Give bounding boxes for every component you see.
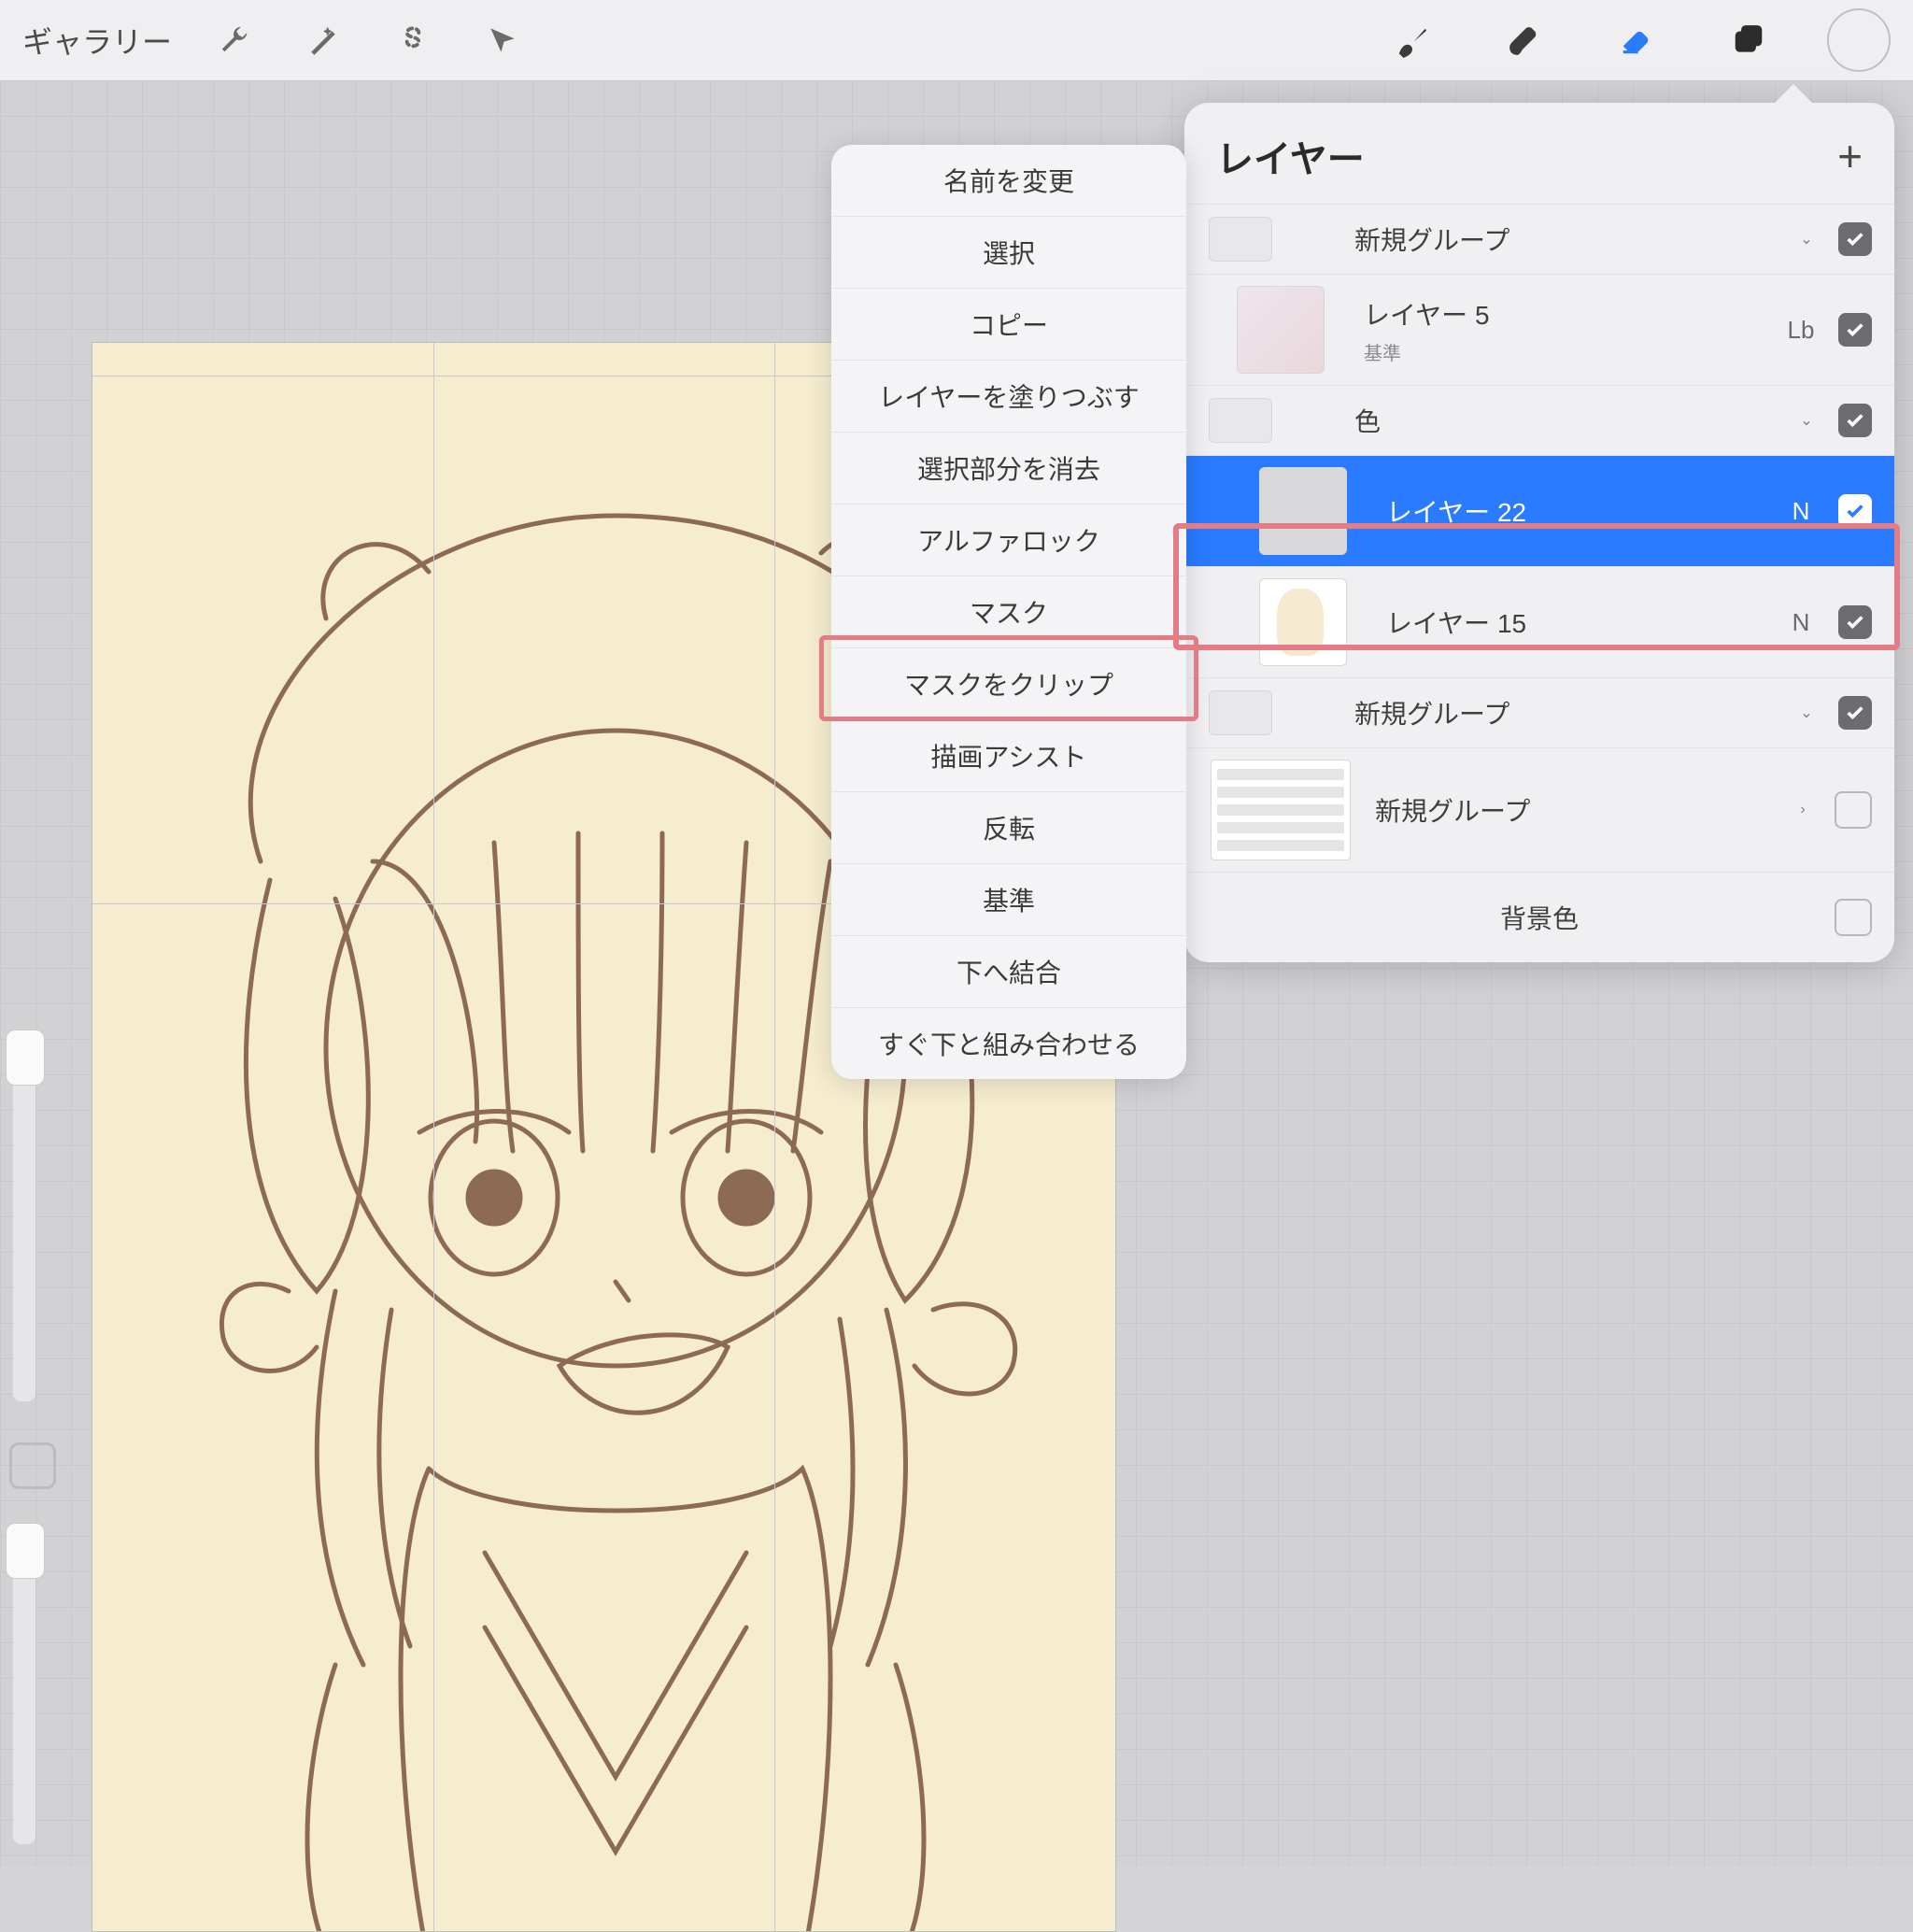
ctx-invert[interactable]: 反転 [831,792,1186,864]
layer-thumb [1259,578,1347,666]
gallery-button[interactable]: ギャラリー [22,19,172,62]
visibility-checkbox[interactable] [1838,696,1872,730]
blend-mode[interactable]: N [1773,608,1829,637]
chevron-down-icon[interactable]: ⌄ [1784,230,1829,249]
layer-subtitle: 基準 [1364,338,1773,365]
slider-knob[interactable] [6,1030,45,1086]
layer-thumb [1209,690,1272,735]
selection-s-icon[interactable] [379,7,446,74]
layer-name: レイヤー 5 [1364,295,1773,333]
layer-name: レイヤー 22 [1386,492,1773,530]
ctx-fill[interactable]: レイヤーを塗りつぶす [831,361,1186,433]
visibility-checkbox[interactable] [1835,899,1872,936]
opacity-slider[interactable] [13,1527,35,1844]
modify-button[interactable] [9,1442,56,1489]
visibility-checkbox[interactable] [1838,494,1872,528]
layer-thumb [1259,467,1347,555]
layer-row[interactable]: レイヤー 5 基準 Lb [1184,274,1894,385]
background-row[interactable]: 背景色 [1184,872,1894,962]
layer-group-row[interactable]: 新規グループ ⌄ [1184,204,1894,274]
popover-arrow [1775,84,1812,103]
layer-name: 新規グループ [1354,220,1784,258]
ctx-mask[interactable]: マスク [831,576,1186,648]
brush-icon[interactable] [1379,7,1446,74]
blend-mode[interactable]: Lb [1773,316,1829,345]
add-layer-button[interactable]: + [1837,131,1863,181]
eraser-icon[interactable] [1603,7,1670,74]
visibility-checkbox[interactable] [1838,222,1872,256]
layer-context-menu: 名前を変更 選択 コピー レイヤーを塗りつぶす 選択部分を消去 アルファロック … [831,145,1186,1079]
blend-mode[interactable]: N [1773,497,1829,526]
layer-row-selected[interactable]: レイヤー 22 N [1184,455,1894,566]
ctx-select[interactable]: 選択 [831,217,1186,289]
ctx-clear[interactable]: 選択部分を消去 [831,433,1186,504]
visibility-checkbox[interactable] [1838,404,1872,437]
layer-name: 色 [1354,402,1784,439]
ctx-clip-mask[interactable]: マスクをクリップ [831,648,1186,720]
layer-group-row[interactable]: 色 ⌄ [1184,385,1894,455]
layer-thumb [1237,286,1325,374]
ctx-rename[interactable]: 名前を変更 [831,145,1186,217]
top-toolbar: ギャラリー [0,0,1913,80]
smudge-icon[interactable] [1491,7,1558,74]
layer-name: 新規グループ [1354,694,1784,732]
chevron-right-icon[interactable]: › [1780,802,1825,818]
group-thumb [1211,760,1351,860]
color-swatch[interactable] [1827,8,1891,72]
ctx-alpha-lock[interactable]: アルファロック [831,504,1186,576]
chevron-down-icon[interactable]: ⌄ [1784,703,1829,722]
visibility-checkbox[interactable] [1838,605,1872,639]
visibility-checkbox[interactable] [1835,791,1872,829]
layer-thumb [1209,217,1272,262]
ctx-reference[interactable]: 基準 [831,864,1186,936]
layer-name: レイヤー 15 [1386,604,1773,641]
guide-line [774,343,775,1931]
chevron-down-icon[interactable]: ⌄ [1784,411,1829,430]
transform-arrow-icon[interactable] [469,7,536,74]
ctx-copy[interactable]: コピー [831,289,1186,361]
layer-group-row[interactable]: 新規グループ ⌄ [1184,677,1894,747]
layer-row[interactable]: レイヤー 15 N [1184,566,1894,677]
actions-wrench-icon[interactable] [200,7,267,74]
layers-icon[interactable] [1715,7,1782,74]
brush-size-slider[interactable] [13,1033,35,1401]
ctx-combine-down[interactable]: すぐ下と組み合わせる [831,1008,1186,1079]
visibility-checkbox[interactable] [1838,313,1872,347]
guide-line [433,343,434,1931]
layers-panel: レイヤー + 新規グループ ⌄ レイヤー 5 基準 Lb 色 ⌄ レイヤー 22… [1184,103,1894,962]
slider-knob[interactable] [6,1523,45,1579]
layer-group-row-closed[interactable]: 新規グループ › [1184,747,1894,872]
adjustments-wand-icon[interactable] [290,7,357,74]
layer-thumb [1209,398,1272,443]
ctx-draw-assist[interactable]: 描画アシスト [831,720,1186,792]
layers-title: レイヤー [1216,129,1365,183]
layer-name: 背景色 [1500,899,1579,936]
ctx-merge-down[interactable]: 下へ結合 [831,936,1186,1008]
layer-name: 新規グループ [1375,791,1780,829]
